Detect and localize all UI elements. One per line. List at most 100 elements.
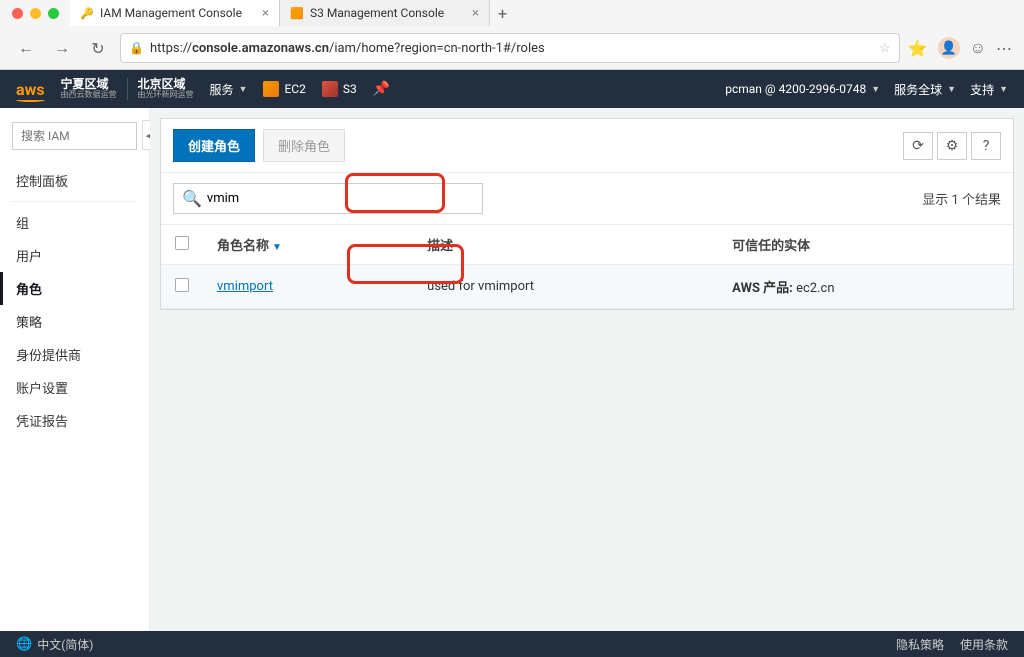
help-icon[interactable]: ? — [971, 132, 1001, 160]
header-right: pcman @ 4200-2996-0748 ▼ 服务全球 ▼ 支持 ▼ — [725, 81, 1008, 98]
browser-chrome: 🔑 IAM Management Console × 🟧 S3 Manageme… — [0, 0, 1024, 70]
sidebar-item-groups[interactable]: 组 — [0, 206, 149, 239]
star-icon[interactable]: ☆ — [879, 41, 891, 56]
services-label: 服务 — [210, 81, 234, 98]
search-box[interactable]: 🔍 — [173, 183, 483, 214]
create-role-button[interactable]: 创建角色 — [173, 129, 255, 162]
search-iam-input[interactable] — [21, 129, 128, 143]
browser-actions: ⭐ 👤 ☺ ⋯ — [908, 37, 1012, 59]
table-row[interactable]: vmimport used for vmimport AWS 产品: ec2.c… — [161, 265, 1013, 309]
sidebar-item-idp[interactable]: 身份提供商 — [0, 338, 149, 371]
region-ningxia[interactable]: 宁夏区域 由西云数据运营 — [61, 78, 117, 100]
sidebar-item-roles[interactable]: 角色 — [0, 272, 149, 305]
footer: 🌐 中文(简体) 隐私策略 使用条款 — [0, 631, 1024, 657]
ec2-icon — [263, 81, 279, 97]
sort-arrow-icon: ▼ — [272, 242, 282, 253]
col-desc[interactable]: 描述 — [413, 225, 718, 265]
emoji-icon[interactable]: ☺ — [970, 38, 986, 58]
region-beijing[interactable]: 北京区域 由光环新网运营 — [138, 78, 194, 100]
tab-favicon-icon: 🟧 — [290, 6, 304, 20]
search-input[interactable] — [207, 191, 474, 206]
delete-role-button[interactable]: 删除角色 — [263, 129, 345, 162]
url-text: https://console.amazonaws.cn/iam/home?re… — [150, 41, 879, 56]
toolbar: 创建角色 删除角色 ⟳ ⚙ ? — [161, 119, 1013, 173]
ec2-label: EC2 — [284, 82, 305, 96]
window-minimize[interactable] — [30, 8, 41, 19]
chevron-down-icon: ▼ — [871, 84, 880, 95]
refresh-button[interactable]: ↻ — [84, 34, 112, 62]
pin-icon[interactable]: 📌 — [373, 81, 390, 97]
search-icon: 🔍 — [182, 189, 202, 208]
chevron-down-icon: ▼ — [239, 84, 248, 95]
tab-close-icon[interactable]: × — [262, 6, 269, 21]
services-menu[interactable]: 服务 ▼ — [210, 81, 248, 98]
lock-icon: 🔒 — [129, 41, 144, 55]
url-bar[interactable]: 🔒 https://console.amazonaws.cn/iam/home?… — [120, 33, 900, 63]
globe-icon: 🌐 — [16, 637, 32, 652]
global-menu[interactable]: 服务全球 ▼ — [894, 81, 956, 98]
s3-label: S3 — [343, 82, 357, 96]
settings-icon[interactable]: ⚙ — [937, 132, 967, 160]
col-trusted[interactable]: 可信任的实体 — [718, 225, 1013, 265]
privacy-link[interactable]: 隐私策略 — [896, 636, 944, 653]
terms-link[interactable]: 使用条款 — [960, 636, 1008, 653]
aws-logo[interactable]: aws — [16, 80, 45, 99]
support-label: 支持 — [970, 81, 994, 98]
aws-header: aws 宁夏区域 由西云数据运营 北京区域 由光环新网运营 服务 ▼ EC2 S… — [0, 70, 1024, 108]
sidebar: 控制面板 组 用户 角色 策略 身份提供商 账户设置 凭证报告 — [0, 108, 150, 631]
tab-title: IAM Management Console — [100, 6, 242, 20]
roles-panel: 创建角色 删除角色 ⟳ ⚙ ? 🔍 显示 1 个结果 — [160, 118, 1014, 310]
account-label: pcman @ 4200-2996-0748 — [725, 82, 866, 96]
roles-table: 角色名称▼ 描述 可信任的实体 vmimport used for vmimpo… — [161, 224, 1013, 309]
profile-avatar[interactable]: 👤 — [938, 37, 960, 59]
region-divider — [127, 78, 128, 100]
region-subtitle: 由西云数据运营 — [61, 91, 117, 100]
global-label: 服务全球 — [894, 81, 942, 98]
service-ec2[interactable]: EC2 — [263, 81, 305, 97]
sidebar-item-dashboard[interactable]: 控制面板 — [0, 164, 149, 197]
role-desc-cell: used for vmimport — [413, 265, 718, 309]
tab-close-icon[interactable]: × — [472, 6, 479, 21]
new-tab-button[interactable]: + — [490, 4, 515, 23]
refresh-icon[interactable]: ⟳ — [903, 132, 933, 160]
sidebar-item-policies[interactable]: 策略 — [0, 305, 149, 338]
service-s3[interactable]: S3 — [322, 81, 357, 97]
sidebar-item-credentials[interactable]: 凭证报告 — [0, 404, 149, 437]
region-subtitle: 由光环新网运营 — [138, 91, 194, 100]
forward-button[interactable]: → — [48, 34, 76, 62]
sidebar-item-users[interactable]: 用户 — [0, 239, 149, 272]
col-name[interactable]: 角色名称▼ — [203, 225, 413, 265]
sidebar-separator — [12, 201, 137, 202]
window-maximize[interactable] — [48, 8, 59, 19]
role-name-cell: vmimport — [203, 265, 413, 309]
back-button[interactable]: ← — [12, 34, 40, 62]
browser-tab-s3[interactable]: 🟧 S3 Management Console × — [280, 0, 490, 26]
browser-nav: ← → ↻ 🔒 https://console.amazonaws.cn/iam… — [0, 26, 1024, 70]
content: 创建角色 删除角色 ⟳ ⚙ ? 🔍 显示 1 个结果 — [150, 108, 1024, 631]
tab-favicon-icon: 🔑 — [80, 6, 94, 20]
language-selector[interactable]: 🌐 中文(简体) — [16, 636, 93, 653]
language-label: 中文(简体) — [37, 636, 93, 653]
search-iam-box[interactable] — [12, 122, 137, 150]
browser-tabs: 🔑 IAM Management Console × 🟧 S3 Manageme… — [70, 0, 515, 26]
search-row: 🔍 显示 1 个结果 — [161, 173, 1013, 224]
role-link[interactable]: vmimport — [217, 279, 273, 294]
window-close[interactable] — [12, 8, 23, 19]
s3-icon — [322, 81, 338, 97]
region-block: 宁夏区域 由西云数据运营 北京区域 由光环新网运营 — [61, 78, 194, 100]
chevron-down-icon: ▼ — [947, 84, 956, 95]
sidebar-item-account[interactable]: 账户设置 — [0, 371, 149, 404]
aws-logo-text: aws — [16, 80, 45, 99]
bookmark-icon[interactable]: ⭐ — [908, 39, 928, 58]
select-all-header[interactable] — [161, 225, 203, 265]
browser-tab-iam[interactable]: 🔑 IAM Management Console × — [70, 0, 280, 26]
account-menu[interactable]: pcman @ 4200-2996-0748 ▼ — [725, 82, 880, 96]
tab-title: S3 Management Console — [310, 6, 444, 20]
main-area: 控制面板 组 用户 角色 策略 身份提供商 账户设置 凭证报告 ◀ 创建角色 删… — [0, 108, 1024, 631]
support-menu[interactable]: 支持 ▼ — [970, 81, 1008, 98]
more-icon[interactable]: ⋯ — [996, 39, 1012, 58]
result-count: 显示 1 个结果 — [922, 189, 1001, 208]
chevron-down-icon: ▼ — [999, 84, 1008, 95]
row-checkbox[interactable] — [161, 265, 203, 309]
role-trusted-cell: AWS 产品: ec2.cn — [718, 265, 1013, 309]
